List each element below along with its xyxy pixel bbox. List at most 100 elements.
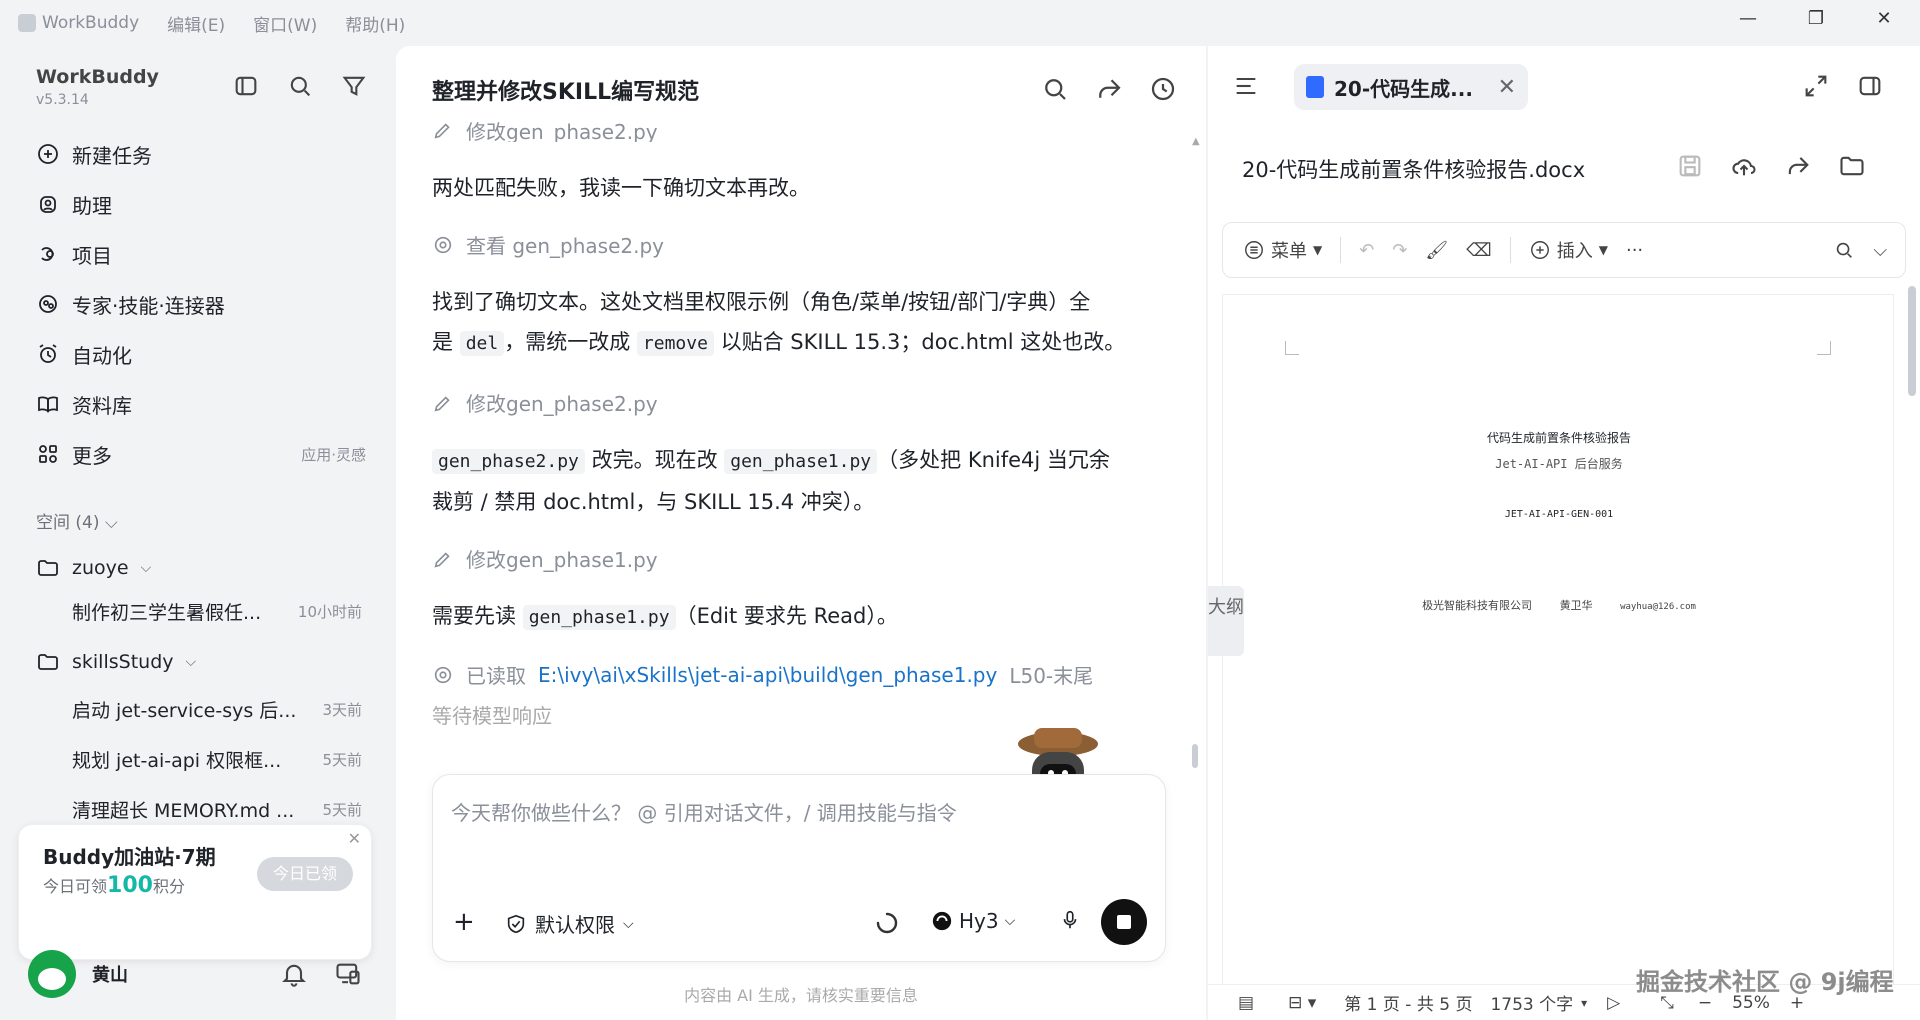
nav-project[interactable]: 项目 bbox=[36, 234, 366, 274]
chat-input-placeholder[interactable]: 今天帮你做些什么？ @ 引用对话文件，/ 调用技能与指令 bbox=[451, 797, 957, 826]
nav-label: 专家·技能·连接器 bbox=[72, 293, 225, 318]
avatar[interactable] bbox=[28, 950, 76, 998]
tool-step-view[interactable]: 查看 gen_phase2.py bbox=[432, 230, 664, 259]
menu-icon[interactable] bbox=[1232, 72, 1260, 100]
message-line: 找到了确切文本。这处文档里权限示例（角色/菜单/按钮/部门/字典）全 bbox=[432, 290, 1091, 314]
chat-title: 整理并修改SKILL编写规范 bbox=[432, 80, 700, 105]
tool-step-partial[interactable]: 修改gen_phase2.py bbox=[432, 118, 658, 142]
nav-library[interactable]: 资料库 bbox=[36, 384, 366, 424]
titlebar-app-name: WorkBuddy bbox=[42, 13, 140, 33]
share-icon[interactable] bbox=[1094, 74, 1124, 104]
message-line: 是 del ，需统一改成 remove 以贴合 SKILL 15.3；doc.ht… bbox=[432, 322, 1162, 364]
menu-help[interactable]: 帮助(H) bbox=[345, 11, 405, 36]
margin-corner-mark bbox=[1817, 341, 1831, 355]
model-selector[interactable]: Hy3 ⌵ bbox=[931, 909, 1015, 933]
save-icon[interactable] bbox=[1676, 152, 1704, 180]
tool-label: 修改gen_phase1.py bbox=[466, 548, 658, 572]
scroll-up-icon[interactable]: ▲ bbox=[1192, 136, 1200, 147]
folder-open-icon[interactable] bbox=[1838, 152, 1866, 180]
more-options-icon[interactable]: ··· bbox=[1626, 240, 1643, 261]
cloud-upload-icon[interactable] bbox=[1730, 152, 1758, 180]
restore-icon[interactable]: ❐ bbox=[1796, 8, 1836, 29]
eraser-icon[interactable]: ⌫ bbox=[1466, 240, 1491, 261]
task-item[interactable]: 制作初三学生暑假任... 10小时前 bbox=[72, 598, 362, 625]
permission-selector[interactable]: 默认权限 ⌵ bbox=[505, 909, 634, 938]
menu-window[interactable]: 窗口(W) bbox=[253, 11, 317, 36]
tool-step-edit[interactable]: 修改gen_phase1.py bbox=[432, 544, 658, 573]
nav-skills[interactable]: 专家·技能·连接器 bbox=[36, 284, 366, 324]
format-painter-icon[interactable]: 🖌︎ bbox=[1425, 240, 1448, 261]
search-icon[interactable] bbox=[1040, 74, 1070, 104]
devices-icon[interactable] bbox=[334, 960, 362, 988]
chevron-down-icon: ⌵ bbox=[185, 654, 197, 670]
redo-icon[interactable]: ↷ bbox=[1392, 240, 1407, 261]
alarm-icon bbox=[39, 344, 57, 363]
add-icon[interactable]: + bbox=[453, 907, 475, 937]
minimize-icon[interactable]: — bbox=[1728, 8, 1768, 29]
nav-assistant[interactable]: 助理 bbox=[36, 184, 366, 224]
task-item[interactable]: 启动 jet-service-sys 后... 3天前 bbox=[72, 696, 362, 723]
tab-document[interactable]: 20-代码生成... ✕ bbox=[1294, 64, 1528, 110]
nav-new-task[interactable]: 新建任务 bbox=[36, 134, 366, 174]
text-span: 是 bbox=[432, 330, 460, 354]
tool-step-read[interactable]: 已读取 E:\ivy\ai\xSkills\jet-ai-api\build\g… bbox=[432, 660, 1093, 689]
menu-edit[interactable]: 编辑(E) bbox=[167, 11, 225, 36]
watermark-text: 掘金技术社区 @ 9j编程 bbox=[1636, 968, 1894, 996]
inline-code: gen_phase2.py bbox=[432, 449, 585, 474]
task-time: 10小时前 bbox=[297, 603, 362, 621]
play-icon[interactable]: ▷ bbox=[1607, 993, 1620, 1013]
user-bar: 黄山 bbox=[28, 946, 368, 1002]
nav-more[interactable]: 更多 应用·灵感 bbox=[36, 434, 366, 474]
shield-check-icon bbox=[507, 914, 525, 933]
share-icon[interactable] bbox=[1784, 152, 1812, 180]
margin-corner-mark bbox=[1285, 341, 1299, 355]
filter-icon[interactable] bbox=[340, 72, 368, 100]
eye-icon bbox=[434, 236, 452, 253]
nav-automation[interactable]: 自动化 bbox=[36, 334, 366, 374]
space-header[interactable]: 空间 (4) ⌵ bbox=[36, 508, 118, 533]
insert-dropdown[interactable]: 插入 ▼ bbox=[1529, 237, 1608, 263]
stop-button[interactable] bbox=[1101, 899, 1147, 945]
chat-scrollbar[interactable]: ▲ bbox=[1192, 136, 1200, 776]
bell-icon[interactable] bbox=[280, 960, 308, 988]
side-panel-icon[interactable] bbox=[1856, 72, 1884, 100]
folder-skillsstudy[interactable]: skillsStudy ⌵ bbox=[36, 650, 196, 674]
task-title: 制作初三学生暑假任... bbox=[72, 602, 262, 624]
outline-toggle[interactable]: 大纲 bbox=[1208, 586, 1244, 656]
folder-zuoye[interactable]: zuoye ⌵ bbox=[36, 556, 151, 580]
close-window-icon[interactable]: ✕ bbox=[1864, 8, 1904, 29]
history-icon[interactable] bbox=[1148, 74, 1178, 104]
tool-step-edit[interactable]: 修改gen_phase2.py bbox=[432, 388, 658, 417]
undo-icon[interactable]: ↶ bbox=[1359, 240, 1374, 261]
file-path-link[interactable]: E:\ivy\ai\xSkills\jet-ai-api\build\gen_p… bbox=[538, 663, 997, 687]
search-icon[interactable] bbox=[1833, 239, 1855, 261]
task-item[interactable]: 规划 jet-ai-api 权限框... 5天前 bbox=[72, 746, 362, 773]
task-item[interactable]: 清理超长 MEMORY.md ... 5天前 bbox=[72, 796, 362, 823]
chat-input-box[interactable]: 今天帮你做些什么？ @ 引用对话文件，/ 调用技能与指令 + 默认权限 ⌵ Hy… bbox=[432, 774, 1166, 962]
book-icon bbox=[38, 396, 58, 413]
nav-label: 自动化 bbox=[72, 343, 132, 368]
promo-claimed-button[interactable]: 今日已领 bbox=[257, 857, 353, 891]
waiting-status: 等待模型响应 bbox=[432, 704, 552, 728]
layout-icon[interactable]: ⊟ ▾ bbox=[1288, 993, 1316, 1013]
panel-toggle-icon[interactable] bbox=[232, 72, 260, 100]
promo-sub-suffix: 积分 bbox=[152, 877, 185, 896]
close-icon[interactable]: ✕ bbox=[348, 829, 361, 848]
report-email: wayhua@126.com bbox=[1620, 602, 1696, 612]
inline-code: del bbox=[459, 331, 505, 356]
microphone-icon[interactable] bbox=[1059, 909, 1081, 931]
menu-label: 菜单 bbox=[1271, 241, 1307, 262]
search-icon[interactable] bbox=[286, 72, 314, 100]
report-subtitle: Jet-AI-API 后台服务 bbox=[1495, 457, 1623, 471]
report-company: 极光智能科技有限公司 bbox=[1422, 599, 1533, 612]
document-scrollbar[interactable] bbox=[1908, 286, 1916, 396]
page-view-icon[interactable]: ▤ bbox=[1238, 993, 1254, 1013]
document-title: 20-代码生成前置条件核验报告.docx bbox=[1242, 158, 1586, 182]
scroll-thumb[interactable] bbox=[1192, 744, 1198, 768]
menu-dropdown[interactable]: 菜单 ▼ bbox=[1243, 237, 1322, 263]
chevron-down-icon[interactable]: ⌵ bbox=[1873, 240, 1887, 261]
close-tab-icon[interactable]: ✕ bbox=[1498, 75, 1516, 100]
folder-name: skillsStudy bbox=[72, 651, 174, 673]
expand-icon[interactable] bbox=[1802, 72, 1830, 100]
promo-card[interactable]: Buddy加油站·7期 今日可领100积分 今日已领 ✕ bbox=[18, 824, 372, 960]
